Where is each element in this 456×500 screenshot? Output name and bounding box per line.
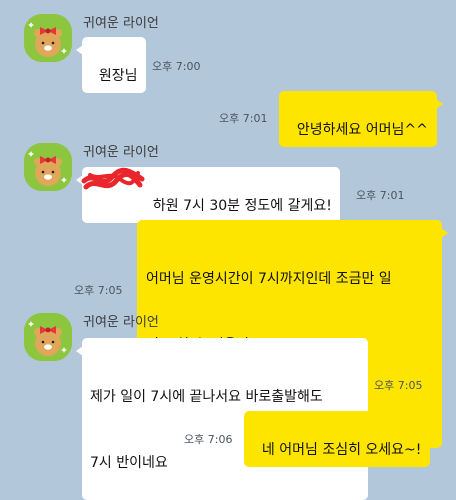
- ryan-bear-with-bow-icon: [24, 143, 72, 191]
- message-time: 오후 7:05: [374, 379, 423, 392]
- message-text: 하원 7시 30분 정도에 갈게요!: [152, 198, 332, 214]
- avatar[interactable]: [24, 143, 72, 191]
- message-text: 원장님: [98, 68, 138, 84]
- ryan-bear-with-bow-icon: [24, 313, 72, 361]
- message-text: 안녕하세요 어머님^^: [296, 122, 428, 138]
- ryan-bear-with-bow-icon: [24, 14, 72, 62]
- message-time: 오후 7:01: [219, 112, 268, 125]
- message-time: 오후 7:06: [184, 433, 233, 446]
- sender-name: 귀여운 라이언: [83, 16, 159, 31]
- sender-name: 귀여운 라이언: [83, 315, 159, 330]
- message-bubble[interactable]: 원장님: [76, 37, 146, 93]
- avatar[interactable]: [24, 14, 72, 62]
- message-bubble[interactable]: 안녕하세요 어머님^^: [279, 91, 443, 147]
- redaction-scribble: [81, 167, 145, 190]
- message-text-line: 제가 일이 7시에 끝나서요 바로출발해도: [90, 389, 323, 405]
- message-bubble[interactable]: 네 어머님 조심히 오세요~!: [244, 411, 437, 467]
- message-text-line: 어머님 운영시간이 7시까지인데 조금만 일: [146, 271, 392, 287]
- avatar[interactable]: [24, 313, 72, 361]
- sender-name: 귀여운 라이언: [83, 145, 159, 160]
- message-time: 오후 7:05: [74, 284, 123, 297]
- message-time: 오후 7:01: [356, 189, 405, 202]
- message-time: 오후 7:00: [152, 60, 201, 73]
- message-text: 네 어머님 조심히 오세요~!: [261, 442, 422, 458]
